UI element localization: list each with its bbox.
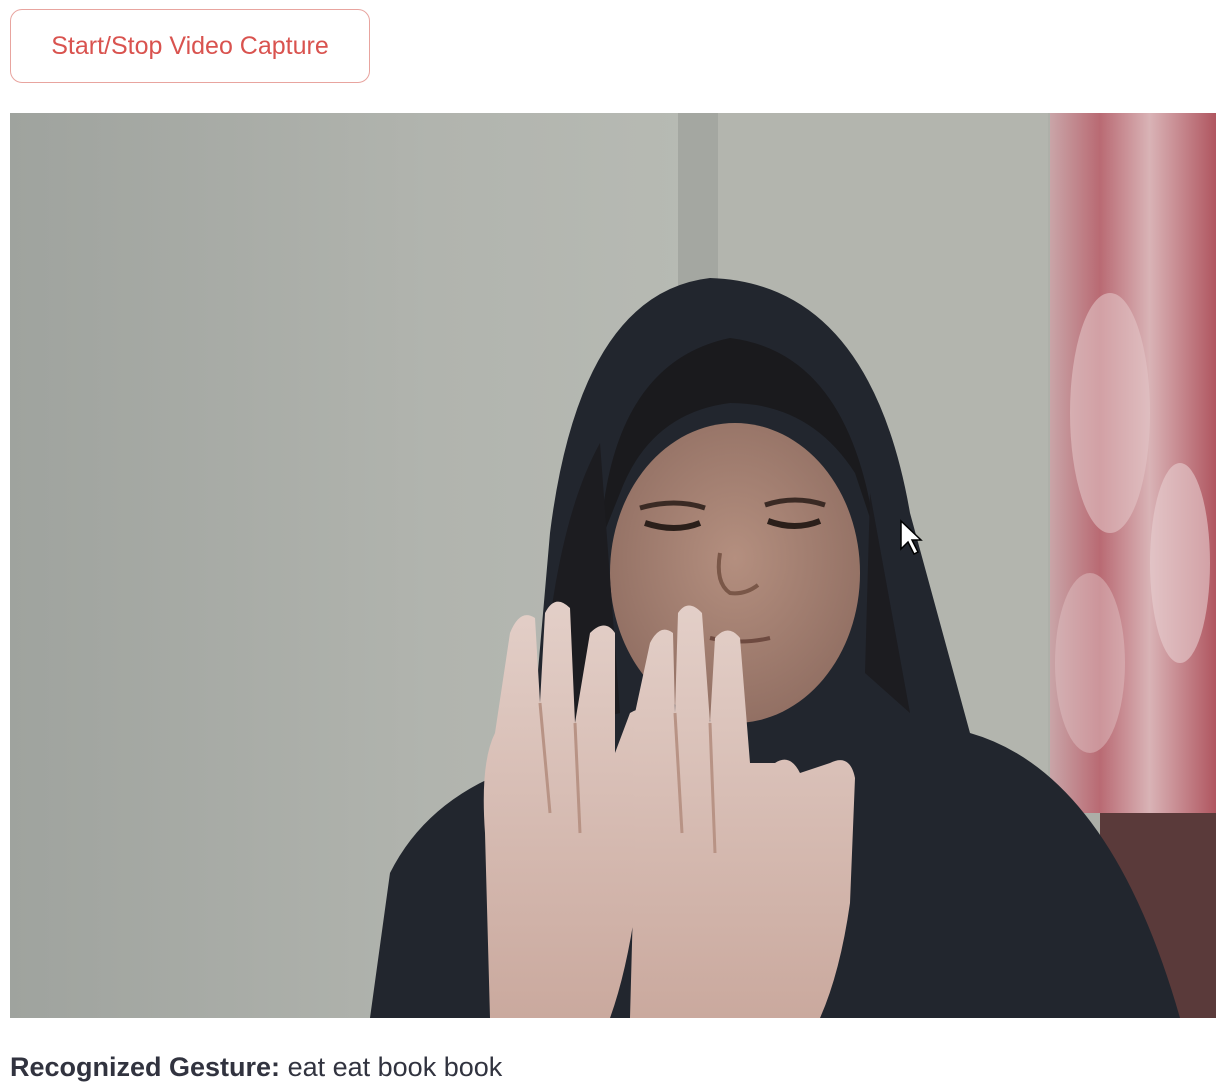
webcam-video-feed bbox=[10, 113, 1216, 1018]
start-stop-video-capture-button[interactable]: Start/Stop Video Capture bbox=[10, 9, 370, 83]
recognized-gesture-label: Recognized Gesture: bbox=[10, 1052, 281, 1082]
recognized-gesture-output: Recognized Gesture: eat eat book book bbox=[10, 1052, 502, 1083]
recognized-gesture-value: eat eat book book bbox=[287, 1052, 503, 1082]
